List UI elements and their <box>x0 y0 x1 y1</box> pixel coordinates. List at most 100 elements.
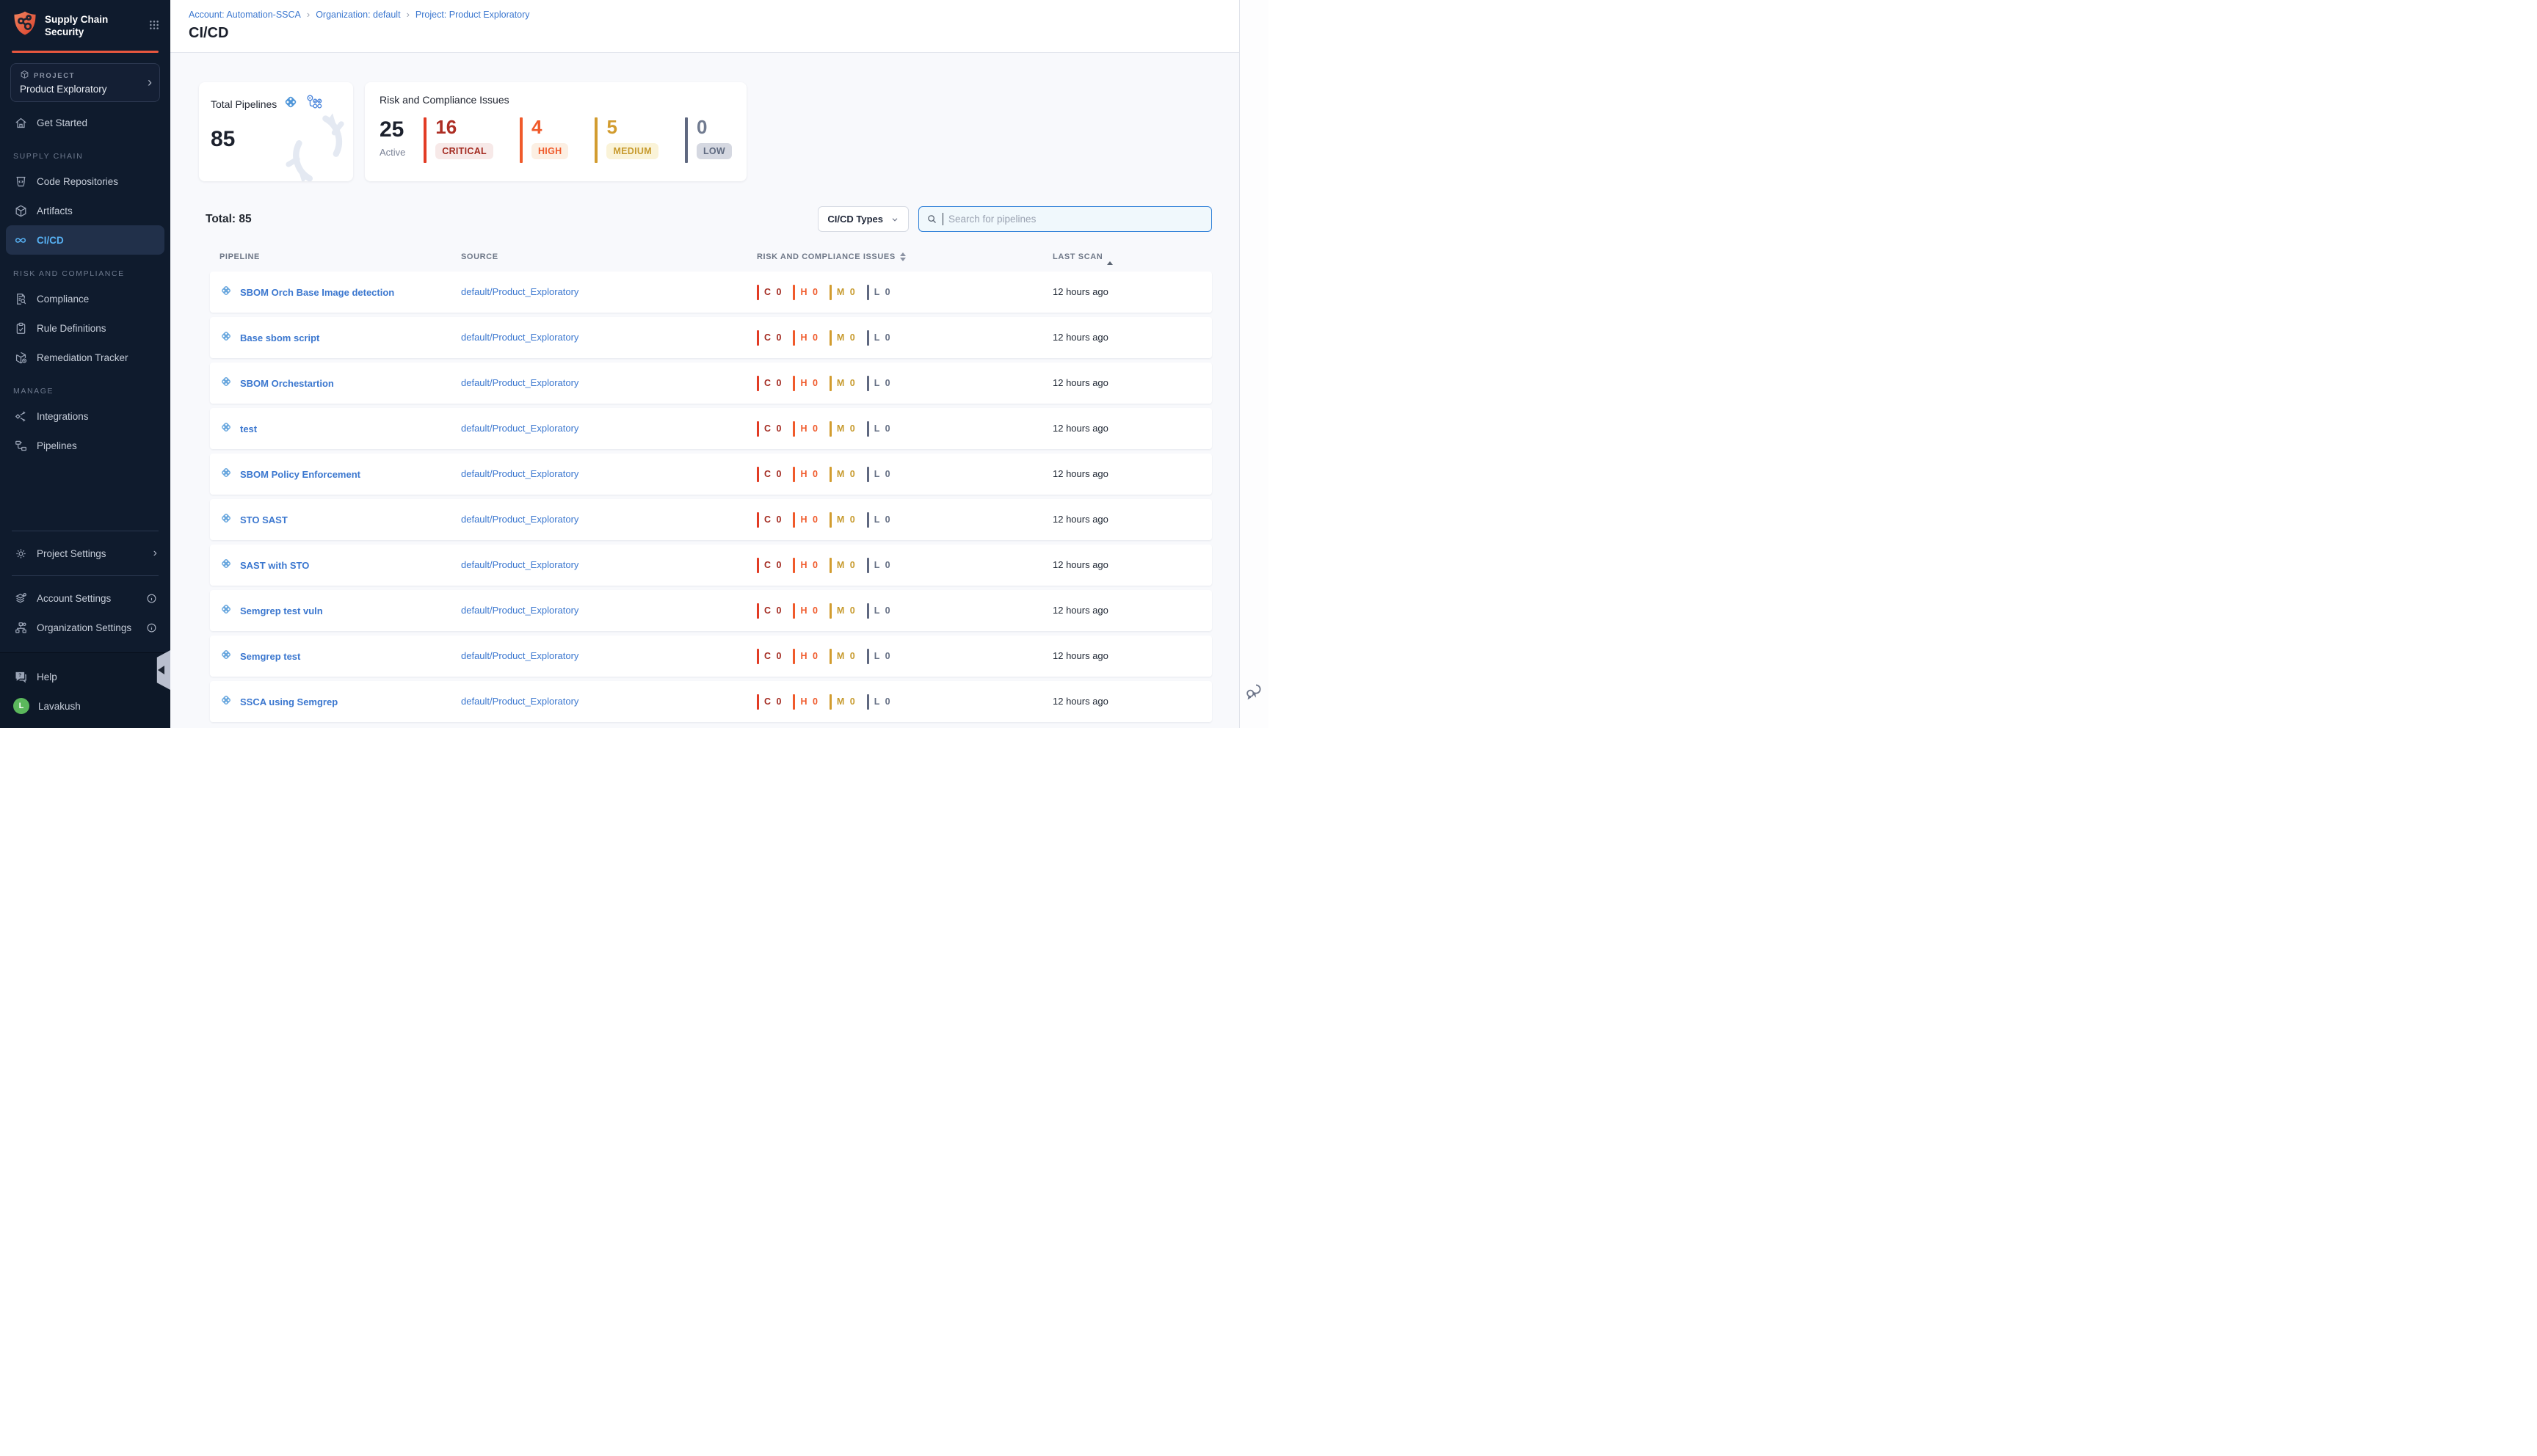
search-input[interactable] <box>948 214 1204 225</box>
pipeline-name-link[interactable]: SAST with STO <box>240 560 309 571</box>
severity-count: 16 <box>435 116 457 138</box>
source-link[interactable]: default/Product_Exploratory <box>461 377 578 388</box>
breadcrumb-link[interactable]: Account: Automation-SSCA <box>189 10 301 20</box>
row-severity-l: L 0 <box>867 603 892 619</box>
sidebar-item-pipelines[interactable]: Pipelines <box>6 431 164 460</box>
project-selector[interactable]: PROJECT Product Exploratory › <box>10 63 160 102</box>
severity-bar <box>685 117 688 163</box>
severity-count: M 0 <box>837 514 857 525</box>
sync-watermark-icon <box>271 103 353 181</box>
severity-bar <box>830 467 832 482</box>
summary-cards: Total Pipelines <box>199 82 1239 181</box>
row-severity-c: C 0 <box>757 694 783 710</box>
pipeline-name-link[interactable]: Base sbom script <box>240 332 319 343</box>
sort-asc-icon[interactable] <box>1107 252 1113 261</box>
table-row[interactable]: SBOM Orch Base Image detection default/P… <box>210 272 1212 313</box>
table-row[interactable]: Semgrep test default/Product_Exploratory… <box>210 636 1212 677</box>
support-chat-icon[interactable] <box>1244 682 1263 705</box>
info-icon <box>146 622 157 633</box>
sidebar-item-account-settings[interactable]: Account Settings <box>6 583 164 613</box>
source-link[interactable]: default/Product_Exploratory <box>461 332 578 343</box>
severity-count: H 0 <box>800 514 819 525</box>
sidebar-item-project-settings[interactable]: Project Settings› <box>6 539 164 568</box>
severity-count: C 0 <box>764 560 783 570</box>
pipeline-name-link[interactable]: STO SAST <box>240 514 288 525</box>
source-link[interactable]: default/Product_Exploratory <box>461 468 578 479</box>
severity-count: L 0 <box>874 651 892 661</box>
sidebar-item-label: CI/CD <box>37 235 64 246</box>
project-selector-label: PROJECT <box>34 72 75 80</box>
row-severity-m: M 0 <box>830 558 857 573</box>
table-row[interactable]: SBOM Policy Enforcement default/Product_… <box>210 454 1212 495</box>
severity-bar <box>793 421 795 437</box>
last-scan-time: 12 hours ago <box>1053 650 1108 661</box>
severity-bar <box>867 512 869 528</box>
severity-bar <box>793 376 795 391</box>
col-header-source: SOURCE <box>461 252 757 261</box>
table-row[interactable]: STO SAST default/Product_Exploratory C 0… <box>210 499 1212 540</box>
pipeline-name-link[interactable]: test <box>240 423 257 434</box>
source-link[interactable]: default/Product_Exploratory <box>461 423 578 434</box>
row-severity-m: M 0 <box>830 421 857 437</box>
sidebar-item-artifacts[interactable]: Artifacts <box>6 196 164 225</box>
severity-badge: MEDIUM <box>606 143 658 159</box>
source-link[interactable]: default/Product_Exploratory <box>461 286 578 297</box>
row-severity-h: H 0 <box>793 421 819 437</box>
cicd-types-dropdown[interactable]: CI/CD Types <box>818 206 909 232</box>
table-row[interactable]: SBOM Orchestartion default/Product_Explo… <box>210 363 1212 404</box>
sidebar-item-organization-settings[interactable]: Organization Settings <box>6 613 164 642</box>
sidebar-item-integrations[interactable]: Integrations <box>6 401 164 431</box>
sidebar-item-label: Artifacts <box>37 205 73 216</box>
source-link[interactable]: default/Product_Exploratory <box>461 559 578 570</box>
breadcrumb-link[interactable]: Organization: default <box>316 10 400 20</box>
severity-bar <box>830 330 832 346</box>
severity-count: M 0 <box>837 696 857 707</box>
table-row[interactable]: Semgrep test vuln default/Product_Explor… <box>210 590 1212 631</box>
sidebar-header: Supply Chain Security <box>0 0 170 49</box>
row-severity-l: L 0 <box>867 285 892 300</box>
pipeline-name-link[interactable]: SBOM Orch Base Image detection <box>240 287 394 298</box>
avatar: L <box>13 698 29 714</box>
table-row[interactable]: SSCA using Semgrep default/Product_Explo… <box>210 681 1212 722</box>
breadcrumb-link[interactable]: Project: Product Exploratory <box>415 10 530 20</box>
sidebar-item-get-started[interactable]: Get Started <box>6 108 164 137</box>
sort-icon[interactable] <box>900 252 906 261</box>
breadcrumb: Account: Automation-SSCA›Organization: d… <box>189 9 1239 20</box>
severity-count: H 0 <box>800 469 819 479</box>
pipeline-name-link[interactable]: Semgrep test vuln <box>240 605 323 616</box>
source-link[interactable]: default/Product_Exploratory <box>461 650 578 661</box>
pipeline-search[interactable] <box>918 206 1212 232</box>
sidebar-item-ci-cd[interactable]: CI/CD <box>6 225 164 255</box>
sidebar: Supply Chain Security PROJECT <box>0 0 170 728</box>
pipeline-name-link[interactable]: SBOM Policy Enforcement <box>240 469 360 480</box>
table-row[interactable]: test default/Product_Exploratory C 0 H 0… <box>210 408 1212 449</box>
pipeline-name-link[interactable]: SBOM Orchestartion <box>240 378 334 389</box>
table-row[interactable]: Base sbom script default/Product_Explora… <box>210 317 1212 358</box>
row-severity-h: H 0 <box>793 649 819 664</box>
sidebar-item-code-repositories[interactable]: Code Repositories <box>6 167 164 196</box>
page-title: CI/CD <box>189 25 1239 42</box>
severity-count: M 0 <box>837 469 857 479</box>
severity-bar <box>757 421 759 437</box>
severity-bar <box>793 285 795 300</box>
sidebar-item-compliance[interactable]: Compliance <box>6 284 164 313</box>
source-link[interactable]: default/Product_Exploratory <box>461 605 578 616</box>
sidebar-item-rule-definitions[interactable]: Rule Definitions <box>6 313 164 343</box>
table-row[interactable]: SAST with STO default/Product_Explorator… <box>210 545 1212 586</box>
user-menu[interactable]: L Lavakush <box>6 691 164 721</box>
sidebar-item-remediation-tracker[interactable]: Remediation Tracker <box>6 343 164 372</box>
pipeline-name-link[interactable]: SSCA using Semgrep <box>240 696 338 707</box>
source-link[interactable]: default/Product_Exploratory <box>461 514 578 525</box>
severity-bar <box>867 649 869 664</box>
source-link[interactable]: default/Product_Exploratory <box>461 696 578 707</box>
row-severity-c: C 0 <box>757 421 783 437</box>
severity-bar <box>757 330 759 346</box>
severity-count: L 0 <box>874 696 892 707</box>
severity-count: C 0 <box>764 514 783 525</box>
sidebar-item-help[interactable]: ? Help <box>6 662 164 691</box>
severity-count: M 0 <box>837 287 857 297</box>
row-severities: C 0 H 0 M 0 L 0 <box>757 285 1053 300</box>
last-scan-time: 12 hours ago <box>1053 286 1108 297</box>
pipeline-name-link[interactable]: Semgrep test <box>240 651 300 662</box>
module-grid-icon[interactable] <box>148 19 160 34</box>
